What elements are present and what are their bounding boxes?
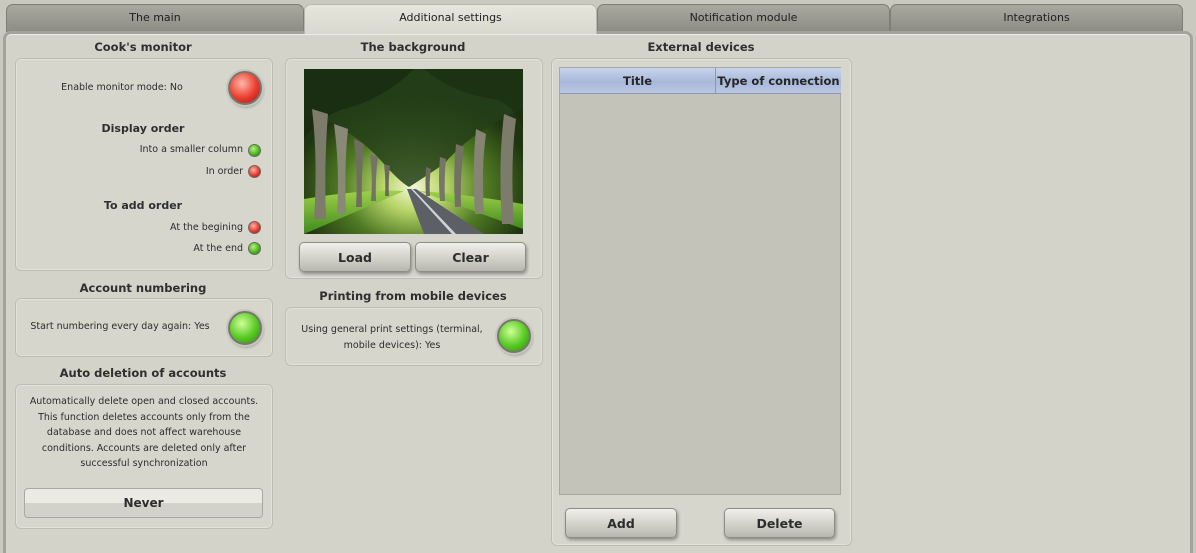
mobile-printing-heading: Printing from mobile devices (319, 289, 507, 303)
account-numbering-label: Start numbering every day again: Yes (30, 321, 210, 332)
auto-deletion-description: Automatically delete open and closed acc… (20, 394, 268, 472)
tab-bar: The main Additional settings Notificatio… (0, 0, 1196, 34)
column-header-type-of-connection[interactable]: Type of connection (716, 68, 841, 94)
auto-deletion-description-line: conditions. Accounts are deleted only af… (41, 442, 247, 454)
delete-device-button[interactable]: Delete (724, 508, 835, 538)
display-order-smaller-column-radio[interactable] (248, 144, 261, 157)
tab-integrations[interactable]: Integrations (890, 4, 1183, 32)
account-numbering-toggle[interactable] (228, 311, 262, 345)
enable-monitor-mode-label: Enable monitor mode: No (61, 82, 183, 93)
tab-additional-settings[interactable]: Additional settings (304, 4, 597, 34)
background-heading: The background (360, 40, 466, 54)
tree-avenue-image (304, 69, 523, 234)
external-devices-table[interactable]: Title Type of connection (559, 67, 841, 495)
load-button[interactable]: Load (299, 242, 411, 272)
cooks-monitor-heading: Cook's monitor (94, 40, 192, 54)
add-order-heading: To add order (103, 199, 183, 212)
mobile-printing-label-line: Using general print settings (terminal, (301, 324, 483, 335)
background-image-preview (304, 69, 523, 234)
auto-deletion-description-line: database and does not affect warehouse (46, 427, 242, 438)
external-devices-heading: External devices (647, 40, 755, 54)
column-header-title[interactable]: Title (560, 68, 716, 94)
add-device-button[interactable]: Add (565, 508, 677, 538)
display-order-option-label: In order (205, 166, 243, 177)
display-order-heading: Display order (101, 122, 185, 135)
mobile-printing-label-line: mobile devices): Yes (343, 339, 441, 351)
mobile-printing-label: Using general print settings (terminal, … (292, 322, 492, 353)
auto-deletion-description-line: This function deletes accounts only from… (38, 411, 250, 423)
clear-button[interactable]: Clear (415, 242, 526, 272)
display-order-in-order-radio[interactable] (248, 165, 261, 178)
add-order-option-label: At the begining (170, 222, 243, 233)
auto-deletion-description-line: successful synchronization (80, 458, 208, 469)
add-order-end-radio[interactable] (248, 242, 261, 255)
account-numbering-heading: Account numbering (79, 281, 207, 295)
auto-deletion-period-selector[interactable]: Never (24, 488, 263, 518)
mobile-printing-toggle[interactable] (497, 319, 531, 353)
display-order-option-label: Into a smaller column (139, 144, 243, 155)
add-order-beginning-radio[interactable] (248, 221, 261, 234)
add-order-option-label: At the end (193, 243, 243, 254)
tab-notification-module[interactable]: Notification module (597, 4, 890, 32)
auto-deletion-heading: Auto deletion of accounts (59, 366, 227, 380)
enable-monitor-mode-toggle[interactable] (228, 71, 262, 105)
auto-deletion-description-line: Automatically delete open and closed acc… (29, 396, 259, 407)
tab-the-main[interactable]: The main (6, 4, 304, 32)
